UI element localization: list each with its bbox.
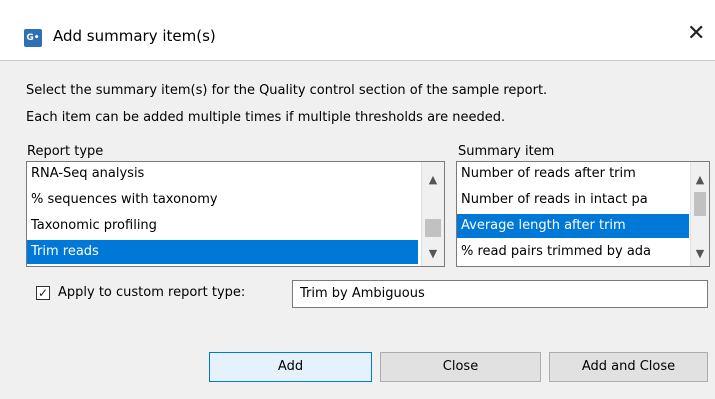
add-and-close-button[interactable]: Add and Close (549, 352, 708, 382)
summary-item[interactable]: Number of reads after trim (457, 162, 689, 186)
scroll-down-icon[interactable]: ▼ (691, 244, 709, 264)
instruction-line-2: Each item can be added multiple times if… (26, 110, 506, 125)
summary-item-header: Summary item (458, 144, 555, 159)
report-type-scrollbar[interactable]: ▲ ▼ (421, 162, 444, 266)
report-type-item-selected[interactable]: Trim reads (27, 240, 418, 264)
add-summary-item-dialog: G• Add summary item(s) ✕ Select the summ… (0, 0, 715, 399)
custom-report-checkbox[interactable]: ✓ (36, 286, 50, 300)
summary-item-selected[interactable]: Average length after trim (457, 214, 689, 238)
scroll-down-icon[interactable]: ▼ (422, 244, 444, 264)
add-button[interactable]: Add (209, 352, 372, 382)
report-type-list[interactable]: RNA-Seq analysis % sequences with taxono… (26, 161, 445, 267)
close-icon[interactable]: ✕ (687, 23, 705, 45)
summary-item-list[interactable]: Number of reads after trim Number of rea… (456, 161, 710, 267)
instruction-line-1: Select the summary item(s) for the Quali… (26, 83, 548, 98)
app-icon: G• (24, 29, 42, 47)
summary-item-scrollbar[interactable]: ▲ ▼ (690, 162, 709, 266)
summary-item[interactable]: % read pairs trimmed by ada (457, 240, 689, 264)
title-bar: G• Add summary item(s) ✕ (0, 0, 715, 61)
custom-report-type-field[interactable]: Trim by Ambiguous (292, 280, 708, 308)
scroll-thumb[interactable] (694, 192, 706, 216)
scroll-up-icon[interactable]: ▲ (691, 170, 709, 190)
close-button[interactable]: Close (380, 352, 541, 382)
report-type-header: Report type (27, 144, 104, 159)
custom-report-label[interactable]: Apply to custom report type: (58, 285, 245, 300)
report-type-item[interactable]: RNA-Seq analysis (27, 162, 418, 186)
summary-item[interactable]: Number of reads in intact pa (457, 188, 689, 212)
scroll-thumb[interactable] (425, 219, 441, 237)
report-type-item[interactable]: % sequences with taxonomy (27, 188, 418, 212)
report-type-item[interactable]: Taxonomic profiling (27, 214, 418, 238)
scroll-up-icon[interactable]: ▲ (422, 170, 444, 190)
window-title: Add summary item(s) (53, 27, 216, 45)
